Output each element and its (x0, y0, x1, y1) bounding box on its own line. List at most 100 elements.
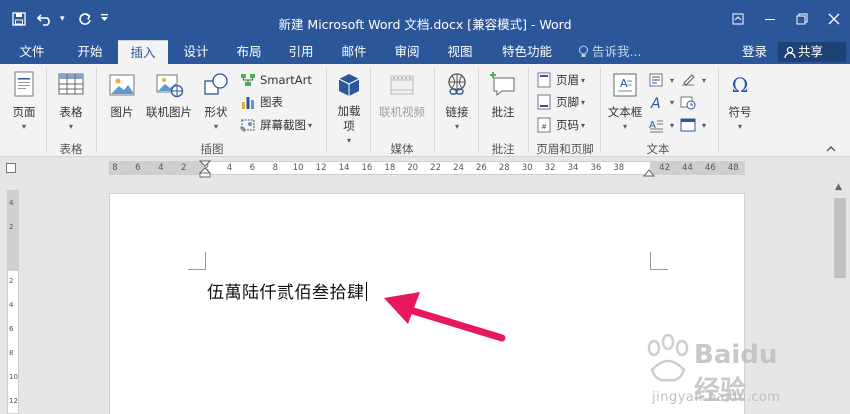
sign-in-link[interactable]: 登录 (742, 40, 767, 64)
group-label-table: 表格 (59, 142, 83, 156)
screenshot-label: 屏幕截图 (260, 118, 306, 132)
horizontal-ruler[interactable]: 8 6 4 2 2 4 6 8 10 12 14 16 18 20 22 24 26 28 30 32 34 36 38 42… (109, 160, 745, 178)
tab-references[interactable]: 引用 (276, 40, 326, 64)
tab-view[interactable]: 视图 (434, 40, 486, 64)
quick-parts-button[interactable]: ▾ (648, 72, 674, 88)
group-divider (370, 68, 371, 152)
online-picture-button[interactable]: 联机图片 (144, 70, 194, 120)
restore-icon[interactable] (786, 6, 818, 32)
lightbulb-icon (578, 42, 589, 66)
ruler-number: 8 (112, 163, 118, 173)
page-number-button[interactable]: # 页码 ▾ (536, 117, 585, 133)
comment-button[interactable]: 批注 (486, 70, 520, 120)
ruler-number: 12 (315, 163, 327, 173)
quick-parts-icon (649, 73, 663, 87)
screenshot-button[interactable]: 屏幕截图 ▾ (240, 117, 312, 133)
table-label: 表格 (59, 105, 83, 119)
footer-button[interactable]: 页脚 ▾ (536, 94, 585, 110)
ruler-row: 8 6 4 2 2 4 6 8 10 12 14 16 18 20 22 24 26 28 30 32 34 36 38 42… (0, 158, 850, 178)
signature-line-button[interactable]: ▾ (680, 72, 706, 88)
chart-label: 图表 (260, 95, 283, 109)
ruler-number: 6 (135, 163, 141, 173)
smartart-label: SmartArt (260, 73, 312, 87)
vruler-number: 10 (9, 373, 18, 381)
tab-review[interactable]: 审阅 (382, 40, 432, 64)
pages-label: 页面 (12, 105, 36, 119)
minimize-icon[interactable] (754, 6, 786, 32)
online-video-button[interactable]: 联机视频 (376, 70, 428, 120)
scroll-thumb[interactable] (834, 198, 846, 278)
watermark-url: jingyan.baidu.com (652, 390, 781, 405)
tab-home[interactable]: 开始 (64, 40, 116, 64)
video-icon (390, 75, 414, 95)
right-indent-marker-icon[interactable] (643, 168, 655, 177)
scroll-up-icon[interactable]: ▲ (835, 182, 842, 192)
document-text[interactable]: 伍萬陆仟贰佰叁拾肆 (207, 278, 367, 303)
links-button[interactable]: 链接 ▾ (442, 70, 472, 131)
table-button[interactable]: 表格 ▾ (54, 70, 88, 131)
group-label-illustrations: 插图 (200, 142, 224, 156)
vruler-number: 8 (9, 349, 14, 357)
symbols-button[interactable]: Ω 符号 ▾ (724, 70, 756, 131)
tab-mailings[interactable]: 邮件 (330, 40, 378, 64)
date-time-button[interactable] (680, 94, 700, 110)
close-icon[interactable] (818, 6, 850, 32)
indent-marker-icon[interactable] (199, 160, 211, 178)
share-button[interactable]: 共享 (778, 42, 846, 62)
picture-icon (109, 74, 135, 96)
object-button[interactable]: ▾ (680, 117, 706, 133)
chevron-down-icon: ▾ (308, 120, 313, 130)
group-divider (96, 68, 97, 152)
addins-button[interactable]: 加载项 ▾ (334, 70, 364, 145)
picture-label: 图片 (110, 105, 134, 119)
wordart-button[interactable]: A ▾ (648, 94, 674, 110)
title-bar: ▾ 新建 Microsoft Word 文档.docx [兼容模式] - Wor… (0, 0, 850, 40)
tab-design[interactable]: 设计 (172, 40, 220, 64)
signature-icon (682, 74, 695, 86)
ruler-number: 10 (292, 163, 304, 173)
vruler-number: 6 (9, 325, 14, 333)
vruler-number: 2 (9, 223, 14, 231)
shapes-button[interactable]: 形状 ▾ (200, 70, 232, 131)
smartart-button[interactable]: SmartArt (240, 72, 312, 88)
online-picture-icon (156, 74, 184, 98)
ruler-number: 42 (659, 163, 671, 173)
tab-layout[interactable]: 布局 (224, 40, 274, 64)
tell-me-box[interactable]: 告诉我... (578, 40, 641, 64)
tab-features[interactable]: 特色功能 (492, 40, 562, 64)
group-divider (478, 68, 479, 152)
ruler-number: 4 (158, 163, 164, 173)
picture-button[interactable]: 图片 (104, 70, 140, 120)
textbox-button[interactable]: A 文本框 ▾ (606, 70, 644, 131)
group-divider (434, 68, 435, 152)
vertical-ruler[interactable]: 4 2 2 4 6 8 10 12 (7, 190, 19, 414)
vruler-number: 2 (9, 277, 14, 285)
pages-button[interactable]: 页面 ▾ (8, 70, 40, 131)
ribbon: 页面 ▾ 表格 ▾ 表格 图片 联机图片 形状 ▾ SmartArt 图表 屏幕… (0, 64, 850, 157)
vertical-scrollbar[interactable]: ▲ (830, 178, 850, 414)
document-text-content: 伍萬陆仟贰佰叁拾肆 (207, 283, 365, 303)
tab-file[interactable]: 文件 (8, 40, 56, 64)
chart-button[interactable]: 图表 (240, 94, 283, 110)
tab-insert[interactable]: 插入 (118, 40, 168, 64)
ribbon-display-options-icon[interactable] (722, 6, 754, 32)
comment-label: 批注 (491, 105, 515, 119)
collapse-ribbon-icon[interactable] (826, 145, 836, 156)
vruler-number: 4 (9, 199, 14, 207)
group-divider (528, 68, 529, 152)
baidu-watermark: Baidu 经验 jingyan.baidu.com (640, 330, 810, 410)
drop-cap-button[interactable]: A ▾ (648, 117, 674, 133)
ruler-number: 48 (727, 163, 739, 173)
tab-selector-icon[interactable] (6, 163, 16, 173)
ruler-number: 22 (430, 163, 442, 173)
chevron-down-icon: ▾ (622, 122, 627, 131)
ruler-number: 20 (407, 163, 419, 173)
screenshot-icon (240, 119, 255, 132)
chevron-down-icon: ▾ (670, 75, 675, 85)
links-label: 链接 (445, 105, 469, 119)
header-button[interactable]: 页眉 ▾ (536, 72, 585, 88)
bar-chart-icon (242, 97, 254, 109)
wordart-icon: A (650, 96, 661, 110)
svg-text:A: A (620, 77, 628, 90)
tell-me-text: 告诉我... (592, 44, 642, 59)
